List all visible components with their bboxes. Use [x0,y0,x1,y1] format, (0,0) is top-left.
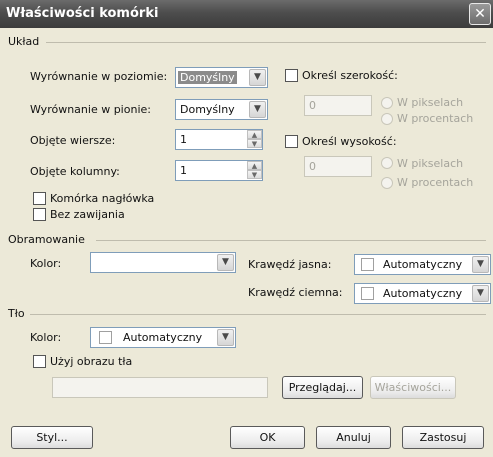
browse-button[interactable]: Przeglądaj... [282,376,363,399]
height-percent-label: W procentach [397,176,474,189]
background-image-checkbox[interactable] [33,355,46,368]
width-pixels-label: W pikselach [397,96,464,109]
height-checkbox[interactable] [285,135,298,148]
colspan-value: 1 [180,164,187,177]
rowspan-label: Objęte wiersze: [30,134,116,147]
header-cell-label: Komórka nagłówka [50,192,155,205]
no-wrap-label: Bez zawijania [50,208,125,221]
rowspan-spinner[interactable]: 1 ▲ ▼ [175,129,263,150]
chevron-down-icon[interactable]: ▼ [249,69,266,86]
style-button[interactable]: Styl... [11,426,93,449]
dark-border-value: Automatyczny [383,287,463,300]
spin-down-icon[interactable]: ▼ [247,170,262,179]
light-border-label: Krawędź jasna: [248,258,332,271]
width-pixels-radio[interactable] [381,97,393,109]
background-image-label: Użyj obrazu tła [50,355,133,368]
background-group-label: Tło [8,307,25,320]
chevron-down-icon[interactable]: ▼ [472,256,489,273]
valign-select[interactable]: Domyślny ▼ [175,99,268,120]
borders-divider [96,240,486,241]
width-checkbox[interactable] [285,69,298,82]
title-bar[interactable]: Właściwości komórki ✕ [0,0,493,28]
dark-border-label: Krawędź ciemna: [248,286,343,299]
light-border-select[interactable]: Automatyczny ▼ [354,254,491,275]
background-color-label: Kolor: [30,331,62,344]
height-pixels-label: W pikselach [397,157,464,170]
valign-value: Domyślny [180,103,235,116]
chevron-down-icon[interactable]: ▼ [217,329,234,346]
halign-value: Domyślny [178,71,237,84]
cell-properties-dialog: Właściwości komórki ✕ Układ Wyrównanie w… [0,0,493,457]
background-color-select[interactable]: Automatyczny ▼ [90,327,236,348]
borders-group-label: Obramowanie [8,233,85,246]
width-checkbox-label: Określ szerokość: [302,69,398,82]
dialog-title: Właściwości komórki [6,6,159,21]
rowspan-value: 1 [180,133,187,146]
close-icon: ✕ [474,6,486,22]
dark-border-select[interactable]: Automatyczny ▼ [354,283,491,304]
light-border-value: Automatyczny [383,258,463,271]
border-color-label: Kolor: [30,257,62,270]
chevron-down-icon[interactable]: ▼ [217,254,234,271]
properties-button[interactable]: Właściwości... [370,376,456,399]
no-wrap-checkbox[interactable] [33,208,46,221]
spin-down-icon[interactable]: ▼ [247,139,262,148]
height-percent-radio[interactable] [381,177,393,189]
width-value: 0 [309,99,316,112]
color-swatch [361,258,374,271]
halign-select[interactable]: Domyślny ▼ [175,67,268,88]
background-image-path-field[interactable] [52,377,268,398]
chevron-down-icon[interactable]: ▼ [472,285,489,302]
close-button[interactable]: ✕ [469,3,491,25]
color-swatch [361,287,374,300]
height-value: 0 [309,160,316,173]
chevron-down-icon[interactable]: ▼ [249,101,266,118]
header-cell-checkbox[interactable] [33,192,46,205]
width-percent-label: W procentach [397,112,474,125]
ok-button[interactable]: OK [230,426,305,449]
cancel-button[interactable]: Anuluj [316,426,391,449]
width-percent-radio[interactable] [381,113,393,125]
layout-divider [46,42,486,43]
width-spinner[interactable]: 0 [304,95,372,116]
color-swatch [99,331,112,344]
spin-up-icon[interactable]: ▲ [247,130,262,139]
background-divider [30,314,486,315]
colspan-label: Objęte kolumny: [30,165,120,178]
background-color-value: Automatyczny [123,331,203,344]
height-pixels-radio[interactable] [381,157,393,169]
apply-button[interactable]: Zastosuj [402,426,484,449]
border-color-select[interactable]: ▼ [90,252,236,273]
valign-label: Wyrównanie w pionie: [30,103,151,116]
colspan-spinner[interactable]: 1 ▲ ▼ [175,160,263,181]
layout-group-label: Układ [8,35,40,48]
height-checkbox-label: Określ wysokość: [302,135,397,148]
height-spinner[interactable]: 0 [304,156,372,177]
halign-label: Wyrównanie w poziomie: [30,70,168,83]
spin-up-icon[interactable]: ▲ [247,161,262,170]
